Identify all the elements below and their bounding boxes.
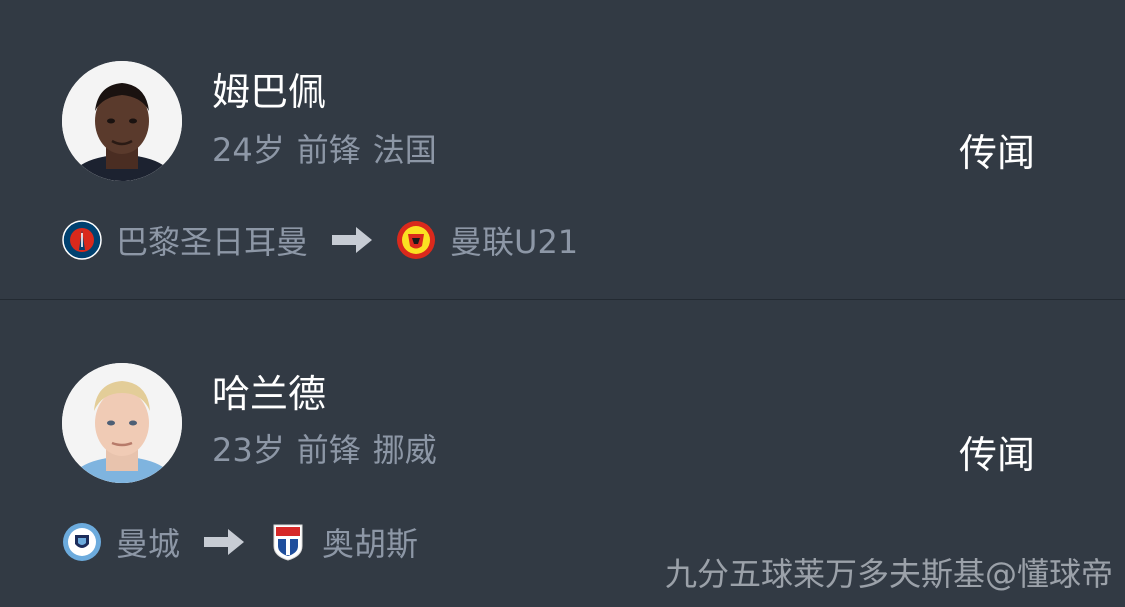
- arrow-right-icon: [330, 224, 374, 256]
- player-avatar[interactable]: [62, 363, 182, 483]
- player-portrait-icon: [62, 363, 182, 483]
- player-avatar[interactable]: [62, 61, 182, 181]
- from-club-name: 曼城: [116, 525, 181, 563]
- player-name: 哈兰德: [212, 372, 327, 416]
- from-club-name: 巴黎圣日耳曼: [116, 223, 309, 261]
- player-nation: 法国: [372, 131, 437, 169]
- player-info: 23岁 前锋 挪威: [212, 430, 449, 470]
- psg-crest-icon: [62, 220, 102, 260]
- player-age: 23岁: [212, 431, 285, 469]
- manchester-united-crest-icon: [396, 220, 436, 260]
- rumor-tag: 传闻: [958, 433, 1035, 477]
- player-position: 前锋: [296, 131, 361, 169]
- transfer-route: 曼城 奥胡斯: [62, 520, 418, 564]
- manchester-city-crest-icon: [62, 522, 102, 562]
- player-name: 姆巴佩: [212, 70, 327, 114]
- to-club-name: 曼联U21: [450, 223, 579, 261]
- to-club-name: 奥胡斯: [322, 525, 419, 563]
- transfer-route: 巴黎圣日耳曼 曼联U21: [62, 218, 578, 262]
- rumor-tag: 传闻: [958, 131, 1035, 175]
- player-transfer-card[interactable]: 姆巴佩 24岁 前锋 法国 传闻 巴黎圣日耳曼 曼联U21: [0, 0, 1125, 300]
- watermark-text: 九分五球莱万多夫斯基@懂球帝: [664, 555, 1113, 593]
- player-age: 24岁: [212, 131, 285, 169]
- player-position: 前锋: [296, 431, 361, 469]
- player-info: 24岁 前锋 法国: [212, 130, 449, 170]
- player-portrait-icon: [62, 61, 182, 181]
- player-nation: 挪威: [372, 431, 437, 469]
- transfer-rumor-list: 姆巴佩 24岁 前锋 法国 传闻 巴黎圣日耳曼 曼联U21 哈兰德 23岁 前锋…: [0, 0, 1125, 607]
- arrow-right-icon: [202, 526, 246, 558]
- aarhus-crest-icon: [268, 522, 308, 562]
